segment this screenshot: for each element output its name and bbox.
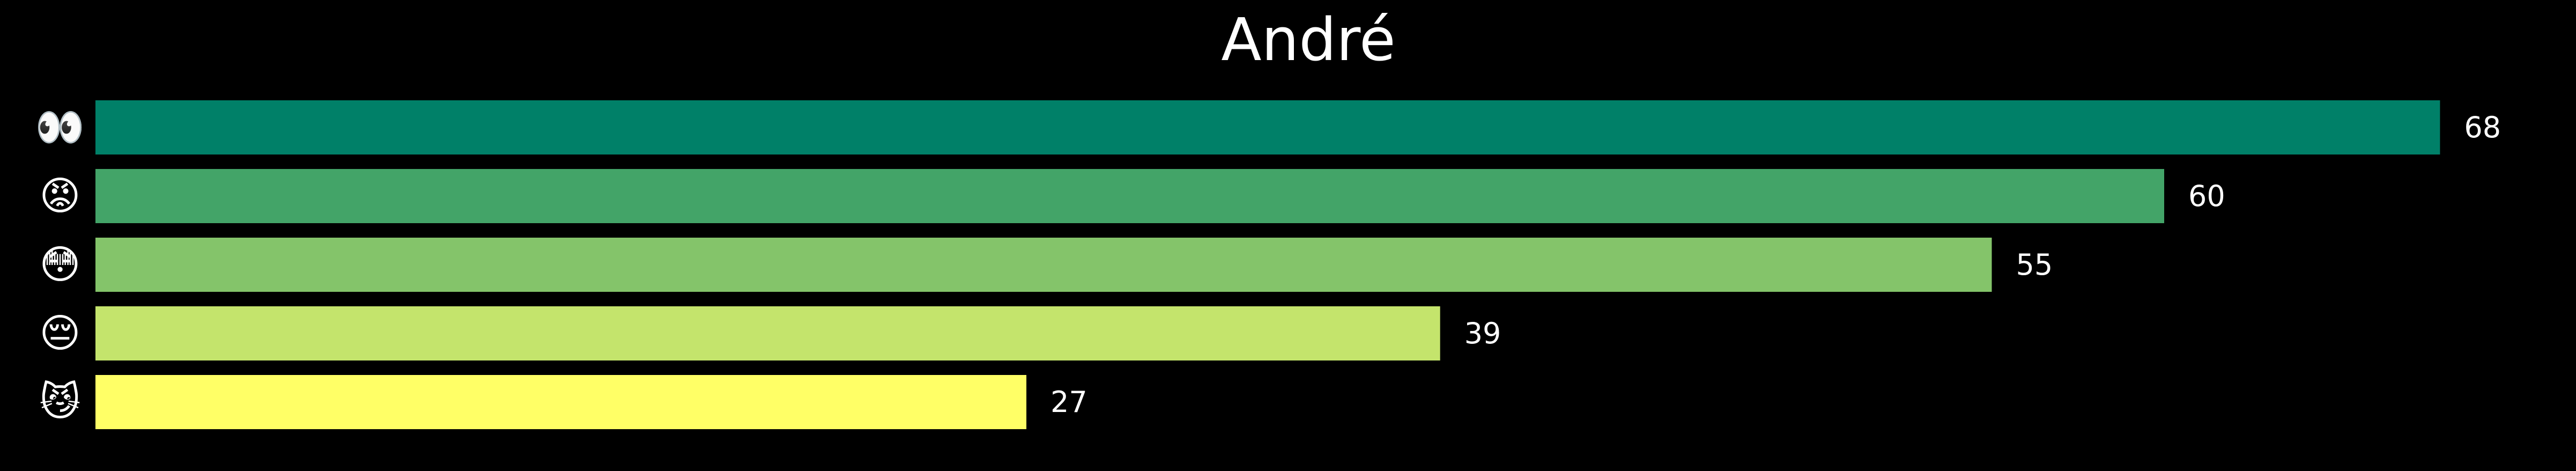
category-tick-label-2: 😡 — [39, 173, 80, 219]
chart-title: André — [1221, 5, 1395, 74]
bar-1 — [95, 100, 2440, 154]
bar-value-label-2: 60 — [2188, 179, 2225, 213]
bar-3 — [95, 238, 1992, 292]
bar-4 — [95, 306, 1440, 360]
bar-value-label-3: 55 — [2016, 248, 2053, 282]
category-tick-label-3: 😳 — [39, 242, 80, 288]
category-tick-label-4: 😔 — [39, 311, 80, 357]
chart-container: André 68 👀 60 😡 55 😳 39 😔 27 😼 — [0, 0, 2576, 469]
bar-chart: André 68 👀 60 😡 55 😳 39 😔 27 😼 — [0, 0, 2576, 469]
bar-value-label-1: 68 — [2464, 111, 2501, 144]
bar-value-label-4: 39 — [1464, 317, 1501, 350]
category-tick-label-1: 👀 — [35, 105, 85, 151]
bar-value-label-5: 27 — [1050, 385, 1087, 419]
bar-2 — [95, 169, 2164, 223]
bar-5 — [95, 375, 1027, 429]
category-tick-label-5: 😼 — [39, 379, 80, 425]
